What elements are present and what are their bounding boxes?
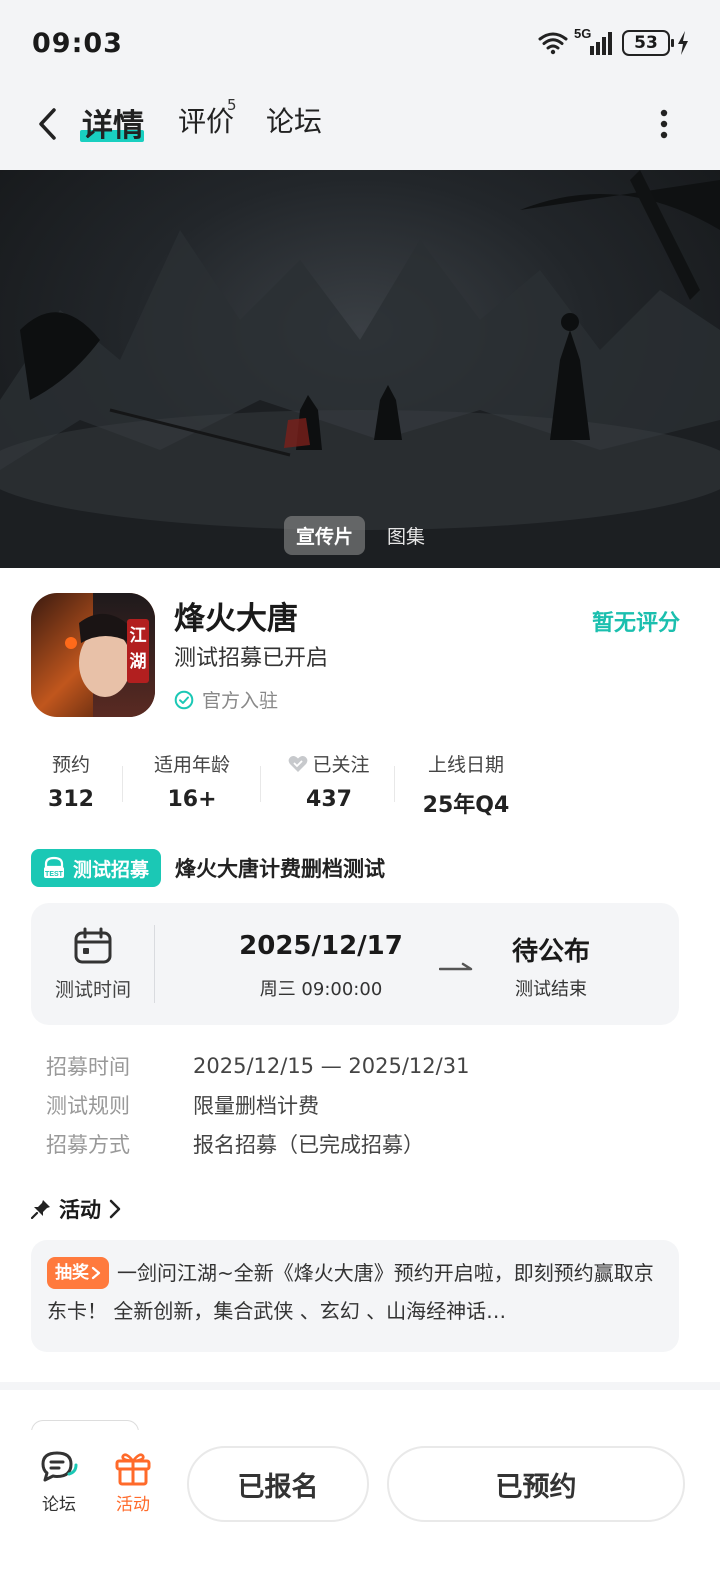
test-schedule-card: 测试时间 2025/12/17 周三 09:00:00 待公布 测试结束 bbox=[31, 903, 679, 1025]
stat-followers[interactable]: 已关注 437 bbox=[286, 750, 372, 812]
chevron-right-icon bbox=[109, 1199, 121, 1219]
stat-divider bbox=[122, 766, 123, 802]
charging-icon bbox=[678, 31, 688, 55]
calendar-icon bbox=[74, 927, 112, 963]
test-start-date: 2025/12/17 bbox=[239, 931, 403, 961]
stat-divider bbox=[394, 766, 395, 802]
status-icons: 5G 53 bbox=[538, 26, 690, 56]
bottom-action-bar: 论坛 活动 已报名 已预约 bbox=[0, 1430, 720, 1591]
wifi-icon bbox=[538, 32, 568, 55]
rating-status: 暂无评分 bbox=[591, 611, 680, 636]
media-switch: 宣传片 图集 bbox=[284, 516, 437, 555]
verified-check-icon bbox=[174, 690, 194, 709]
game-name: 烽火大唐 bbox=[174, 601, 298, 637]
test-flask-icon: TEST bbox=[44, 856, 64, 878]
media-tab-gallery[interactable]: 图集 bbox=[375, 516, 437, 555]
test-end-label: 测试结束 bbox=[515, 979, 587, 1000]
detail-row: 招募方式 报名招募（已完成招募） bbox=[46, 1132, 424, 1157]
section-divider bbox=[0, 1382, 720, 1390]
recruit-badge-label: 测试招募 bbox=[73, 858, 150, 881]
bottom-activity-label: 活动 bbox=[116, 1495, 150, 1515]
gift-icon bbox=[115, 1453, 151, 1486]
banner-artwork bbox=[0, 170, 720, 568]
activity-text: 一剑问江湖~全新《烽火大唐》预约开启啦，即刻预约赢取京东卡！ 全新创新，集合武侠… bbox=[47, 1261, 654, 1323]
activity-heading: 活动 bbox=[59, 1198, 101, 1222]
chevron-left-icon bbox=[39, 108, 56, 140]
recruit-details: 招募时间 2025/12/15 — 2025/12/31 测试规则 限量删档计费 招… bbox=[46, 1046, 469, 1163]
pin-icon bbox=[31, 1200, 50, 1219]
heart-icon bbox=[289, 755, 308, 772]
bottom-forum-button[interactable]: 论坛 bbox=[29, 1450, 89, 1515]
review-count-badge: 5 bbox=[227, 96, 237, 114]
tab-details[interactable]: 详情 bbox=[82, 100, 144, 145]
back-button[interactable] bbox=[28, 104, 68, 144]
activity-card[interactable]: 抽奖 一剑问江湖~全新《烽火大唐》预约开启啦，即刻预约赢取京东卡！ 全新创新，集… bbox=[31, 1240, 679, 1352]
game-stats: 预约 312 适用年龄 16+ 已关注 437 上线日期 25年Q4 bbox=[20, 750, 540, 818]
top-nav: 详情 评价 5 论坛 bbox=[0, 90, 720, 170]
status-bar: 09:03 5G 53 bbox=[0, 0, 720, 90]
recruit-title: 烽火大唐计费删档测试 bbox=[175, 857, 386, 881]
detail-row: 测试规则 限量删档计费 bbox=[46, 1093, 319, 1118]
more-vertical-icon bbox=[660, 109, 668, 139]
test-end-date: 待公布 bbox=[511, 937, 590, 967]
signed-up-button[interactable]: 已报名 bbox=[187, 1446, 369, 1522]
game-detail-page: 09:03 5G 53 详情 评价 5 论坛 宣传片 图集 江湖 烽火大唐 测试… bbox=[0, 0, 720, 1591]
detail-row: 招募时间 2025/12/15 — 2025/12/31 bbox=[46, 1053, 470, 1079]
forum-chat-icon bbox=[41, 1451, 78, 1482]
game-status: 测试招募已开启 bbox=[174, 646, 329, 671]
recruit-header: TEST 测试招募 烽火大唐计费删档测试 bbox=[31, 849, 385, 887]
test-card-divider bbox=[154, 925, 155, 1003]
arrow-right-icon bbox=[439, 962, 473, 971]
test-start-time: 周三 09:00:00 bbox=[259, 979, 383, 1000]
promo-video-banner[interactable]: 宣传片 图集 bbox=[0, 170, 720, 568]
reserved-button[interactable]: 已预约 bbox=[387, 1446, 685, 1522]
bottom-activity-button[interactable]: 活动 bbox=[103, 1450, 163, 1515]
official-badge: 官方入驻 bbox=[174, 686, 278, 713]
tab-reviews[interactable]: 评价 bbox=[178, 100, 234, 140]
test-time-label: 测试时间 bbox=[54, 978, 131, 1001]
status-time: 09:03 bbox=[32, 28, 123, 59]
game-icon: 江湖 bbox=[31, 593, 155, 717]
cellular-signal-icon: 5G bbox=[574, 26, 616, 56]
more-button[interactable] bbox=[648, 106, 680, 142]
stat-reservations: 预约 312 bbox=[48, 754, 94, 812]
media-tab-video[interactable]: 宣传片 bbox=[284, 516, 366, 555]
stat-release-date: 上线日期 25年Q4 bbox=[422, 754, 510, 818]
chevron-right-icon bbox=[91, 1266, 101, 1280]
activity-content: 抽奖 一剑问江湖~全新《烽火大唐》预约开启啦，即刻预约赢取京东卡！ 全新创新，集… bbox=[47, 1254, 663, 1330]
stat-age-rating: 适用年龄 16+ bbox=[153, 754, 230, 812]
game-icon-text: 江湖 bbox=[129, 626, 147, 672]
official-label: 官方入驻 bbox=[202, 690, 279, 712]
svg-text:TEST: TEST bbox=[45, 871, 64, 878]
battery-icon: 53 bbox=[622, 30, 674, 56]
tab-forum[interactable]: 论坛 bbox=[266, 100, 322, 140]
stat-divider bbox=[260, 766, 261, 802]
test-time-column: 测试时间 bbox=[31, 903, 155, 1025]
activity-section-link[interactable]: 活动 bbox=[31, 1194, 121, 1224]
bottom-forum-label: 论坛 bbox=[42, 1495, 76, 1515]
lottery-tag: 抽奖 bbox=[47, 1257, 109, 1289]
recruit-badge: TEST 测试招募 bbox=[31, 849, 162, 887]
